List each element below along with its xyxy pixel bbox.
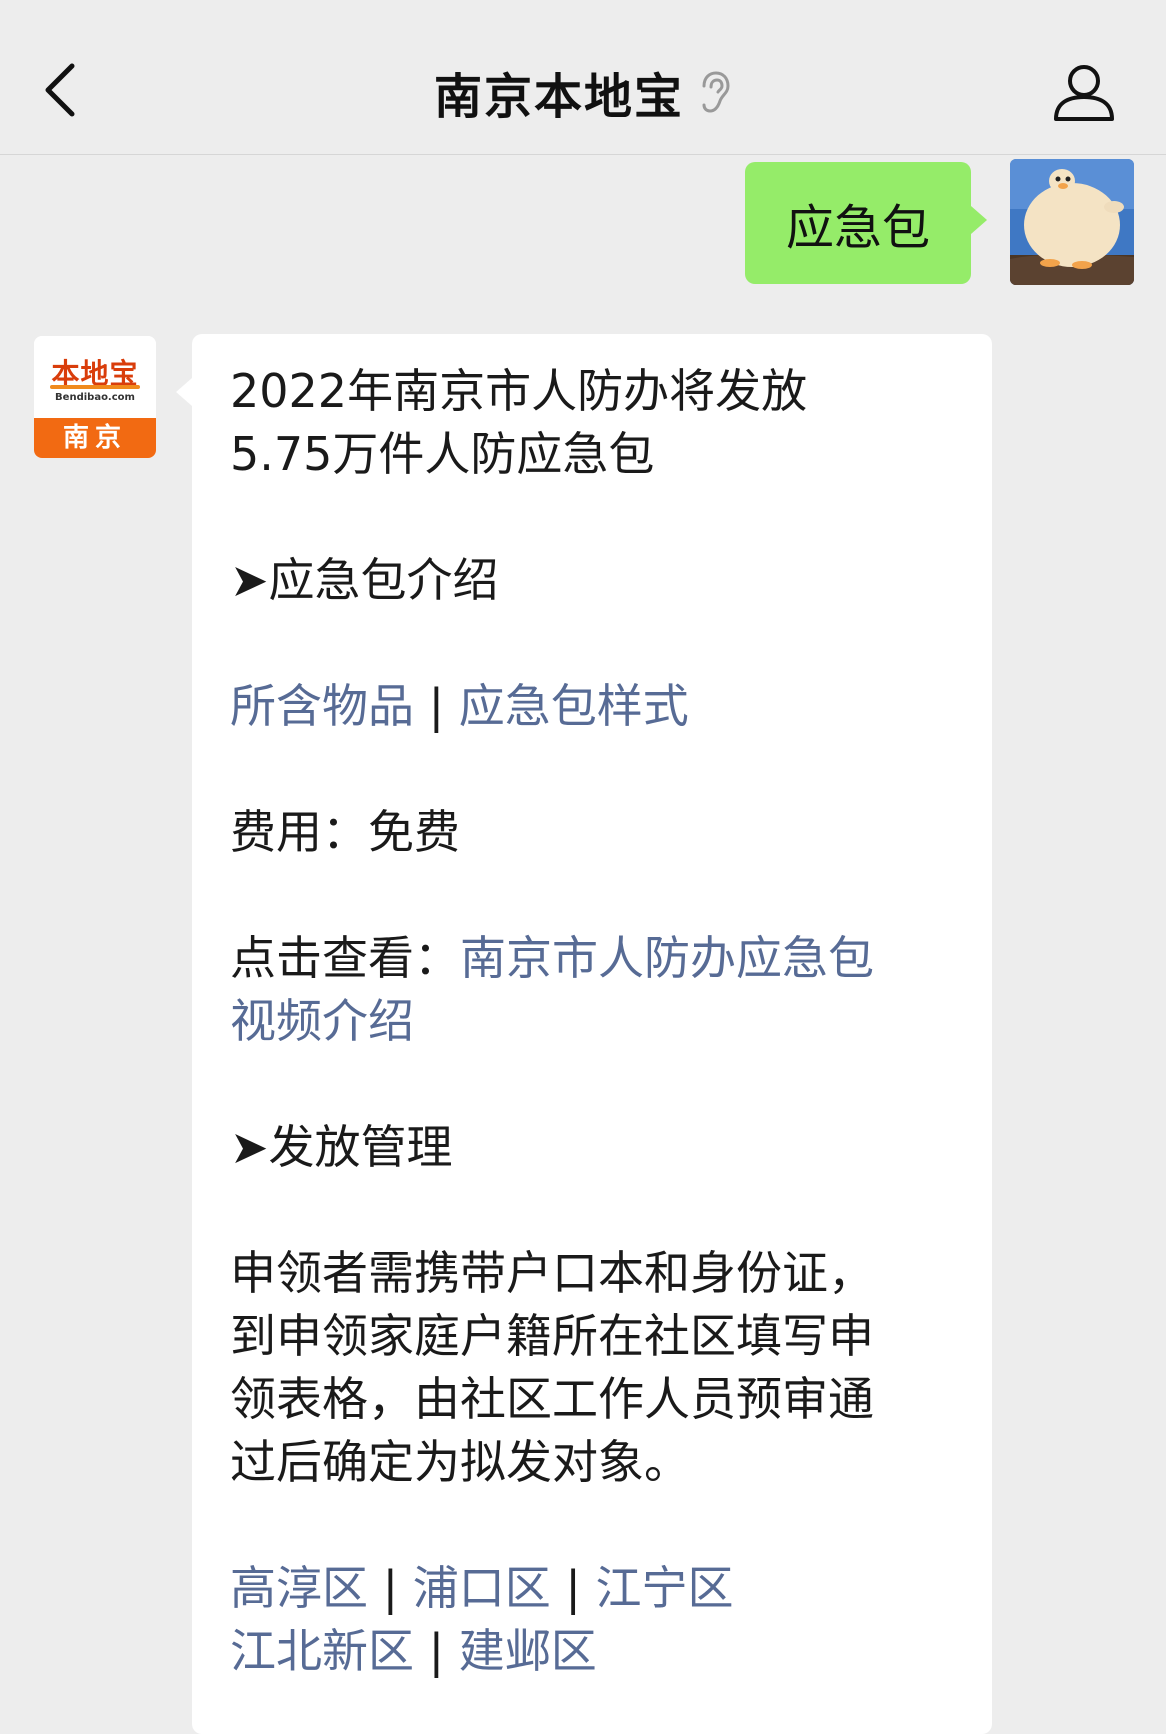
logo-top: 本地宝 Bendibao.com [34, 336, 156, 418]
received-message-bubble: 2022年南京市人防办将发放 5.75万件人防应急包 ➤应急包介绍 所含物品 |… [176, 334, 992, 1734]
intro-links-row: 所含物品 | 应急包样式 [230, 675, 970, 738]
paragraph-line: 到申领家庭户籍所在社区填写申 [230, 1309, 874, 1363]
separator: | [428, 1624, 445, 1678]
link-video-intro-line1[interactable]: 南京市人防办应急包 [460, 931, 874, 985]
section-heading-distribution: ➤发放管理 [230, 1120, 453, 1174]
user-avatar[interactable] [1010, 159, 1134, 285]
paragraph-line: 领表格，由社区工作人员预审通 [230, 1372, 874, 1426]
logo-url: Bendibao.com [55, 392, 135, 403]
bendibao-avatar[interactable]: 本地宝 Bendibao.com 南京 [34, 336, 156, 458]
logo-city: 南京 [34, 418, 156, 458]
districts-row-2: 江北新区 | 建邺区 [230, 1620, 970, 1683]
fee-text: 费用：免费 [230, 805, 460, 859]
link-gaochun[interactable]: 高淳区 [230, 1561, 368, 1615]
chat-title: 南京本地宝 [433, 69, 684, 125]
title-wrap: 南京本地宝 [0, 52, 1166, 132]
separator: | [565, 1561, 581, 1615]
sent-message-bubble[interactable]: 应急包 [745, 162, 987, 284]
sent-message-text: 应急包 [785, 200, 930, 256]
message-title-line1: 2022年南京市人防办将发放 [230, 364, 808, 418]
logo-swoosh [50, 385, 140, 389]
profile-button[interactable] [1046, 55, 1122, 131]
link-pukou[interactable]: 浦口区 [413, 1561, 551, 1615]
paragraph-line: 过后确定为拟发对象。 [230, 1435, 690, 1489]
top-bar: 南京本地宝 [0, 0, 1166, 155]
link-jianye[interactable]: 建邺区 [459, 1624, 597, 1678]
districts-row-1: 高淳区 | 浦口区 | 江宁区 [230, 1557, 970, 1620]
view-row: 点击查看：南京市人防办应急包 [230, 927, 970, 990]
view-prefix: 点击查看： [230, 931, 460, 985]
view-row-2: 视频介绍 [230, 990, 970, 1053]
message-content: 2022年南京市人防办将发放 5.75万件人防应急包 ➤应急包介绍 所含物品 |… [230, 360, 970, 1683]
person-icon [1054, 65, 1114, 121]
ear-icon [702, 71, 730, 113]
link-video-intro-line2[interactable]: 视频介绍 [230, 994, 414, 1048]
link-contents[interactable]: 所含物品 [230, 679, 414, 733]
link-bag-style[interactable]: 应急包样式 [459, 679, 689, 733]
separator: | [428, 679, 445, 733]
link-jiangbei[interactable]: 江北新区 [230, 1624, 414, 1678]
message-title-line2: 5.75万件人防应急包 [230, 427, 655, 481]
separator: | [382, 1561, 399, 1615]
paragraph-line: 申领者需携带户口本和身份证， [230, 1246, 874, 1300]
duck-plush-avatar-image [1010, 159, 1134, 285]
section-heading-intro: ➤应急包介绍 [230, 553, 499, 607]
link-jiangning[interactable]: 江宁区 [596, 1561, 734, 1615]
